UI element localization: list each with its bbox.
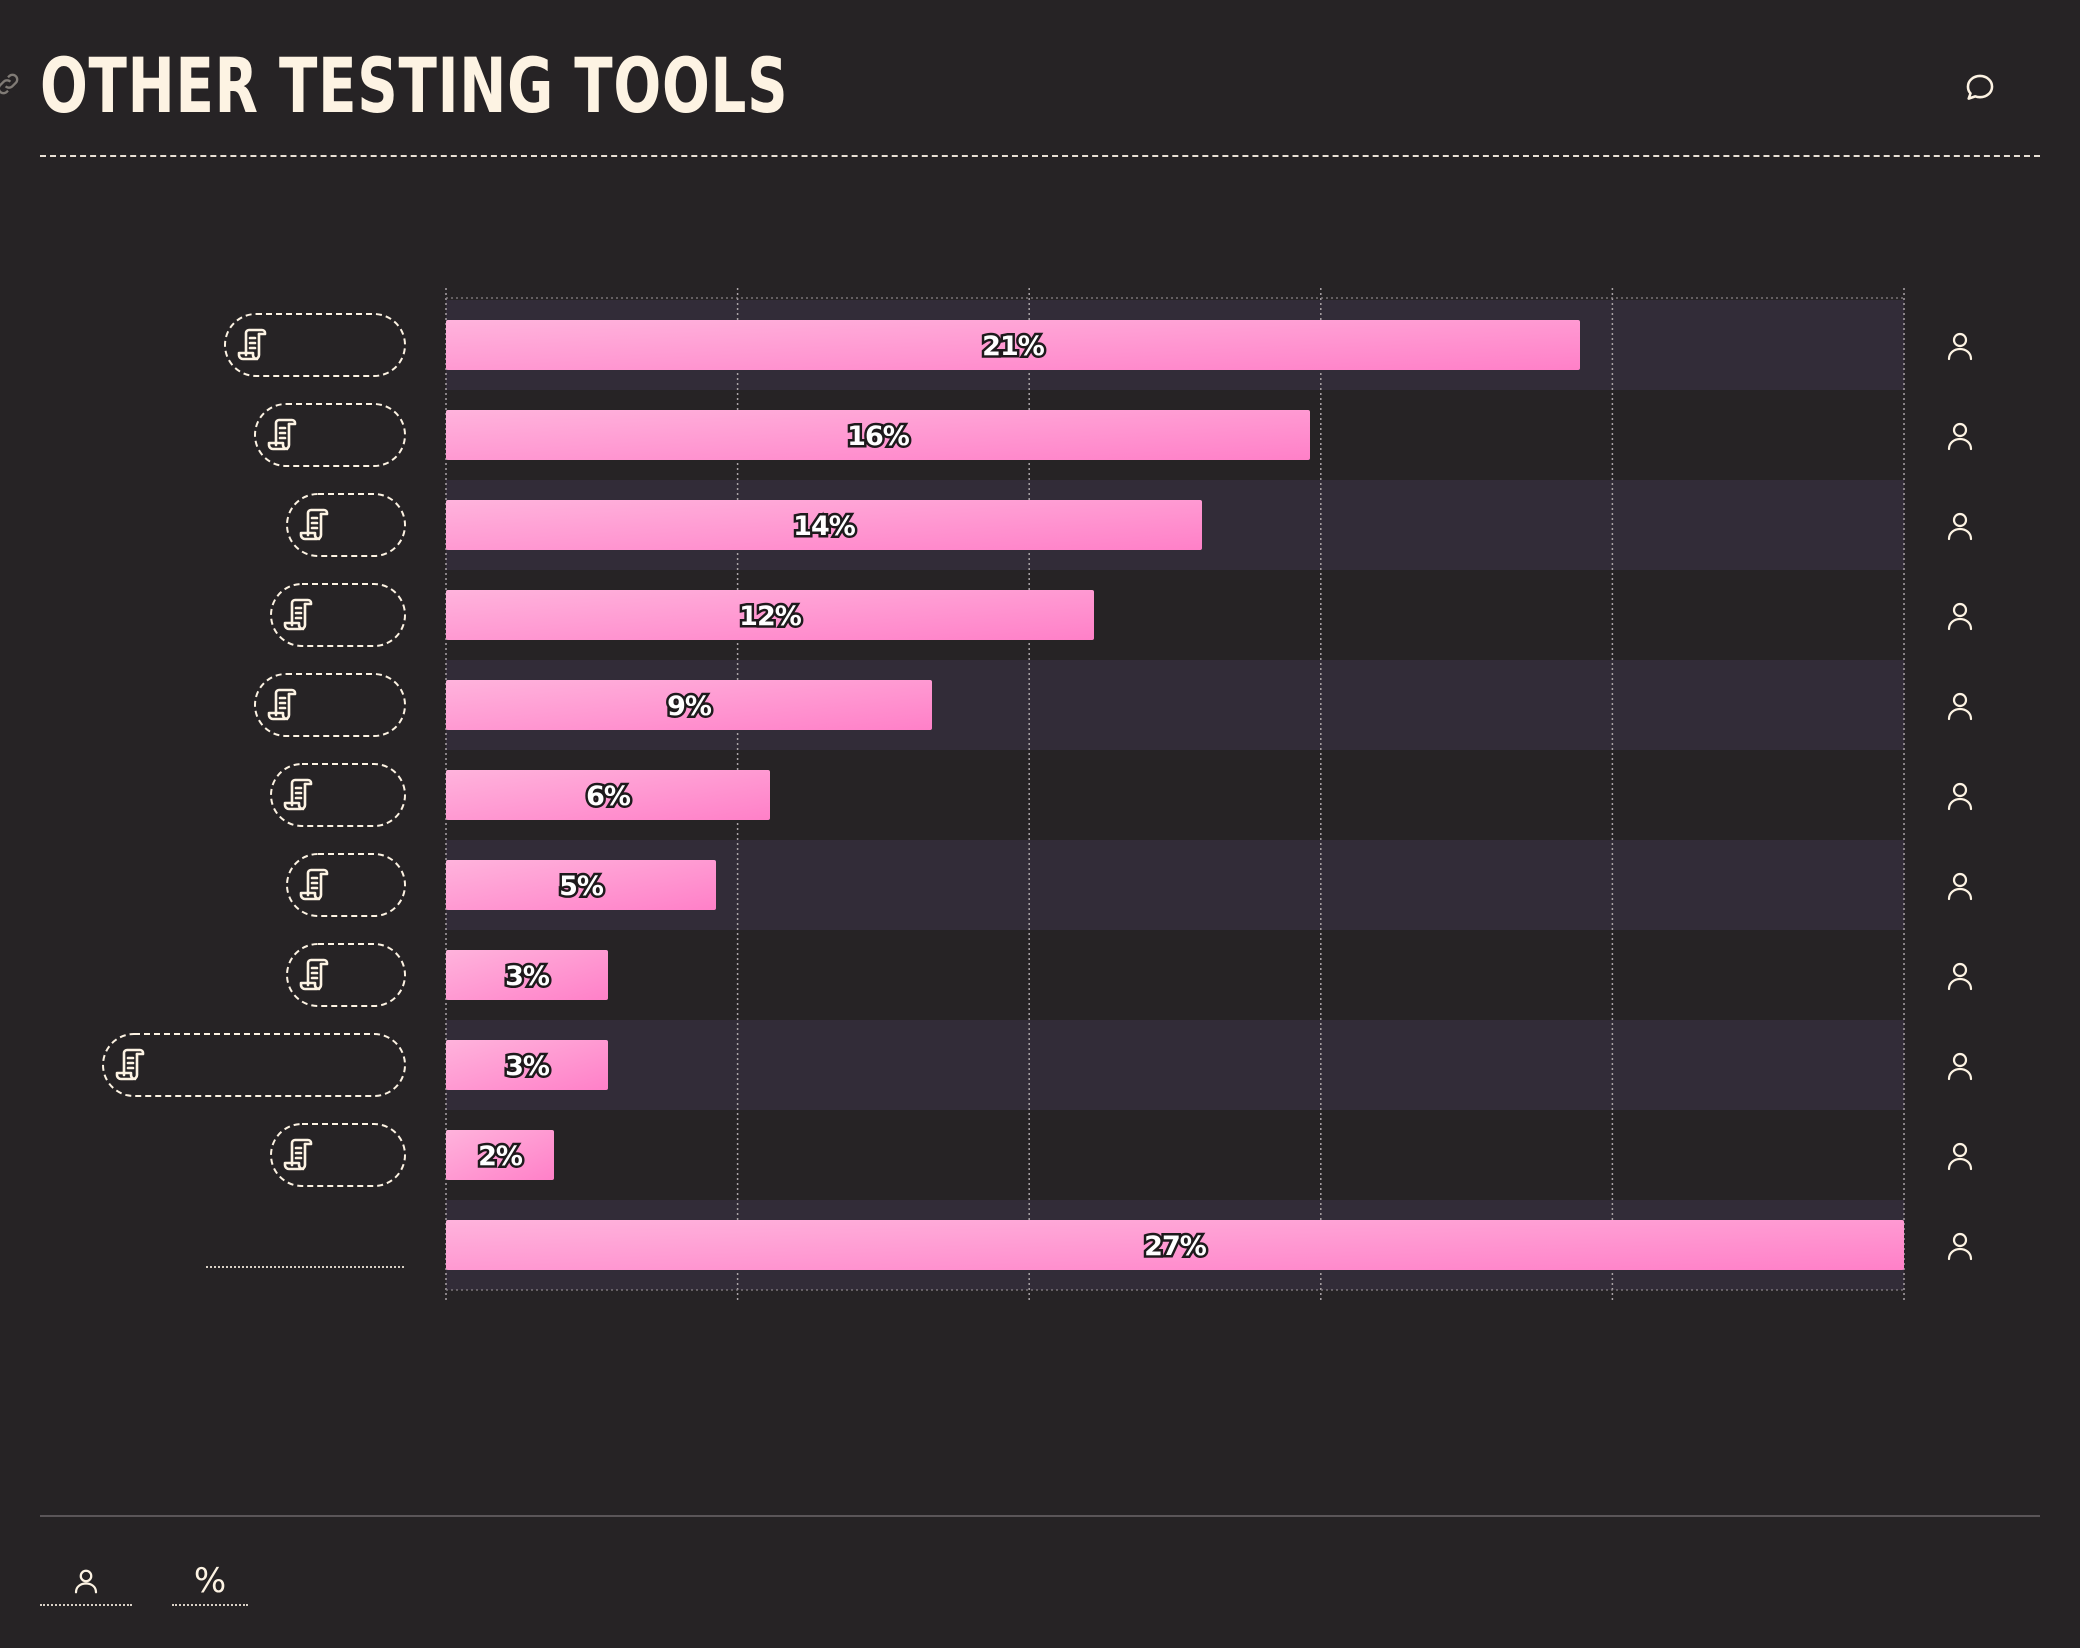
- scroll-icon: [267, 418, 297, 451]
- footer-divider: [40, 1515, 2040, 1517]
- data-label: 9%: [667, 691, 712, 722]
- data-label: 14%: [793, 511, 856, 542]
- user-icon: [1947, 332, 1973, 361]
- user-icon: [1947, 422, 1973, 451]
- row-band: [446, 1020, 1904, 1110]
- bar-chart: 21% 16% 14% 12% 9% 6% 5% 3% 3% 2% 27%: [102, 288, 1973, 1300]
- user-icon: [1947, 602, 1973, 631]
- row-label-pill[interactable]: [102, 1033, 406, 1097]
- scroll-icon: [237, 328, 267, 361]
- scroll-icon: [299, 958, 329, 991]
- user-icon: [1947, 512, 1973, 541]
- data-label: 12%: [739, 601, 802, 632]
- row-label-pill[interactable]: [286, 853, 406, 917]
- data-label: 6%: [586, 781, 631, 812]
- data-label: 2%: [478, 1141, 523, 1172]
- row-label-pill[interactable]: [286, 943, 406, 1007]
- row-label-pill[interactable]: [286, 493, 406, 557]
- row-label-pill[interactable]: [224, 313, 406, 377]
- scroll-icon: [299, 508, 329, 541]
- user-icon: [74, 1569, 98, 1594]
- user-icon: [1947, 1142, 1973, 1171]
- user-icon: [1947, 1052, 1973, 1081]
- data-label: 21%: [982, 331, 1045, 362]
- data-label: 5%: [559, 871, 604, 902]
- data-label: 27%: [1144, 1231, 1207, 1262]
- data-label: 16%: [847, 421, 910, 452]
- respondents-toggle[interactable]: [40, 1558, 132, 1606]
- user-icon: [1947, 962, 1973, 991]
- row-label-pill[interactable]: [254, 403, 406, 467]
- row-label-pill[interactable]: [270, 763, 406, 827]
- row-label-pill[interactable]: [254, 673, 406, 737]
- user-icon: [1947, 1232, 1973, 1261]
- row-label-pill[interactable]: [270, 1123, 406, 1187]
- scroll-icon: [299, 868, 329, 901]
- user-icon: [1947, 872, 1973, 901]
- scroll-icon: [283, 598, 313, 631]
- user-icon: [1947, 782, 1973, 811]
- user-icon: [1947, 692, 1973, 721]
- scroll-icon: [115, 1048, 145, 1081]
- percent-toggle[interactable]: %: [172, 1558, 248, 1606]
- percent-label: %: [193, 1561, 227, 1601]
- scroll-icon: [283, 1138, 313, 1171]
- scroll-icon: [283, 778, 313, 811]
- scroll-icon: [267, 688, 297, 721]
- row-label-pill[interactable]: [270, 583, 406, 647]
- data-label: 3%: [505, 1051, 550, 1082]
- data-label: 3%: [505, 961, 550, 992]
